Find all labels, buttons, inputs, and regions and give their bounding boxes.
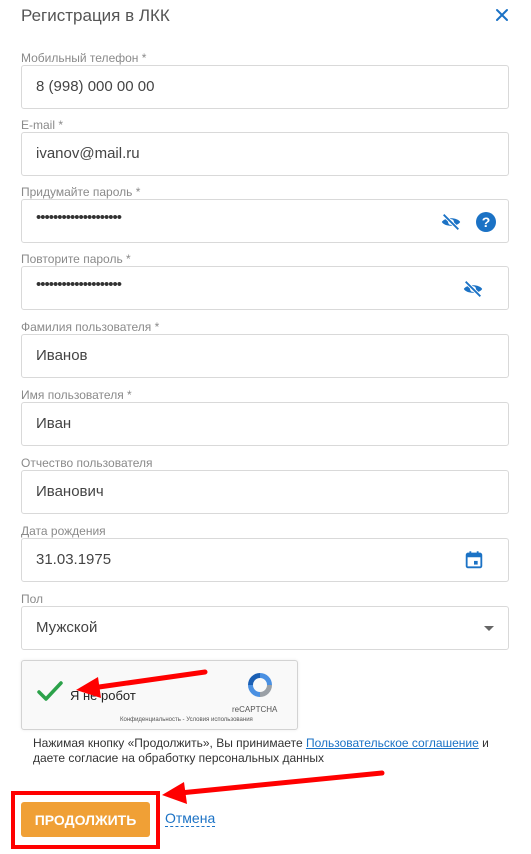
first-name-value: Иван [36, 415, 72, 432]
eye-off-icon[interactable] [440, 211, 462, 233]
dialog-header: Регистрация в ЛКК [0, 0, 531, 40]
first-name-field-group: Имя пользователя * Иван [21, 388, 509, 446]
annotation-arrow-button [162, 770, 385, 804]
password-repeat-input[interactable]: •••••••••••••••••••• [21, 266, 509, 310]
phone-value: 8 (998) 000 00 00 [36, 78, 155, 95]
gender-label: Пол [21, 592, 44, 606]
recaptcha-label: Я не робот [70, 688, 136, 703]
middle-name-field-group: Отчество пользователя Иванович [21, 456, 509, 514]
recaptcha-brand: reCAPTCHA [232, 705, 278, 714]
middle-name-input[interactable]: Иванович [21, 470, 509, 514]
email-input[interactable]: ivanov@mail.ru [21, 132, 509, 176]
user-agreement-link[interactable]: Пользовательское соглашение [306, 736, 479, 750]
phone-field-group: Мобильный телефон * 8 (998) 000 00 00 [21, 51, 509, 109]
birth-date-value: 31.03.1975 [36, 551, 112, 568]
email-field-group: E-mail * ivanov@mail.ru [21, 118, 509, 176]
eye-off-icon[interactable] [462, 278, 484, 300]
birth-date-field-group: Дата рождения 31.03.1975 [21, 524, 509, 582]
email-value: ivanov@mail.ru [36, 145, 140, 162]
password-field-group: Придумайте пароль * ••••••••••••••••••••… [21, 185, 509, 243]
close-icon[interactable] [491, 4, 513, 26]
birth-date-input[interactable]: 31.03.1975 [21, 538, 509, 582]
continue-button[interactable]: ПРОДОЛЖИТЬ [21, 802, 150, 837]
password-repeat-field-group: Повторите пароль * •••••••••••••••••••• [21, 252, 509, 310]
password-value: •••••••••••••••••••• [36, 209, 122, 226]
recaptcha-logo [248, 673, 272, 697]
first-name-input[interactable]: Иван [21, 402, 509, 446]
last-name-label: Фамилия пользователя * [21, 320, 160, 334]
birth-date-label: Дата рождения [21, 524, 106, 538]
dialog-title: Регистрация в ЛКК [21, 6, 170, 25]
recaptcha-widget: Я не робот reCAPTCHA Конфиденциальность … [21, 660, 298, 730]
gender-value: Мужской [36, 619, 98, 636]
middle-name-value: Иванович [36, 483, 104, 500]
recaptcha-links[interactable]: Конфиденциальность - Условия использован… [120, 717, 253, 723]
cancel-link[interactable]: Отмена [165, 810, 216, 827]
last-name-value: Иванов [36, 347, 88, 364]
calendar-icon[interactable] [463, 549, 485, 571]
chevron-down-icon [484, 626, 494, 631]
email-label: E-mail * [21, 118, 64, 132]
help-icon[interactable]: ? [476, 212, 496, 232]
password-repeat-label: Повторите пароль * [21, 252, 131, 266]
password-label: Придумайте пароль * [21, 185, 141, 199]
consent-text-before: Нажимая кнопку «Продолжить», Вы принимае… [33, 736, 306, 750]
first-name-label: Имя пользователя * [21, 388, 132, 402]
consent-text: Нажимая кнопку «Продолжить», Вы принимае… [33, 736, 513, 766]
last-name-field-group: Фамилия пользователя * Иванов [21, 320, 509, 378]
phone-label: Мобильный телефон * [21, 51, 147, 65]
middle-name-label: Отчество пользователя [21, 456, 153, 470]
checkmark-icon[interactable] [36, 679, 64, 703]
last-name-input[interactable]: Иванов [21, 334, 509, 378]
phone-input[interactable]: 8 (998) 000 00 00 [21, 65, 509, 109]
password-input[interactable]: •••••••••••••••••••• ? [21, 199, 509, 243]
gender-field-group: Пол Мужской [21, 592, 509, 650]
gender-select[interactable]: Мужской [21, 606, 509, 650]
password-repeat-value: •••••••••••••••••••• [36, 276, 122, 293]
